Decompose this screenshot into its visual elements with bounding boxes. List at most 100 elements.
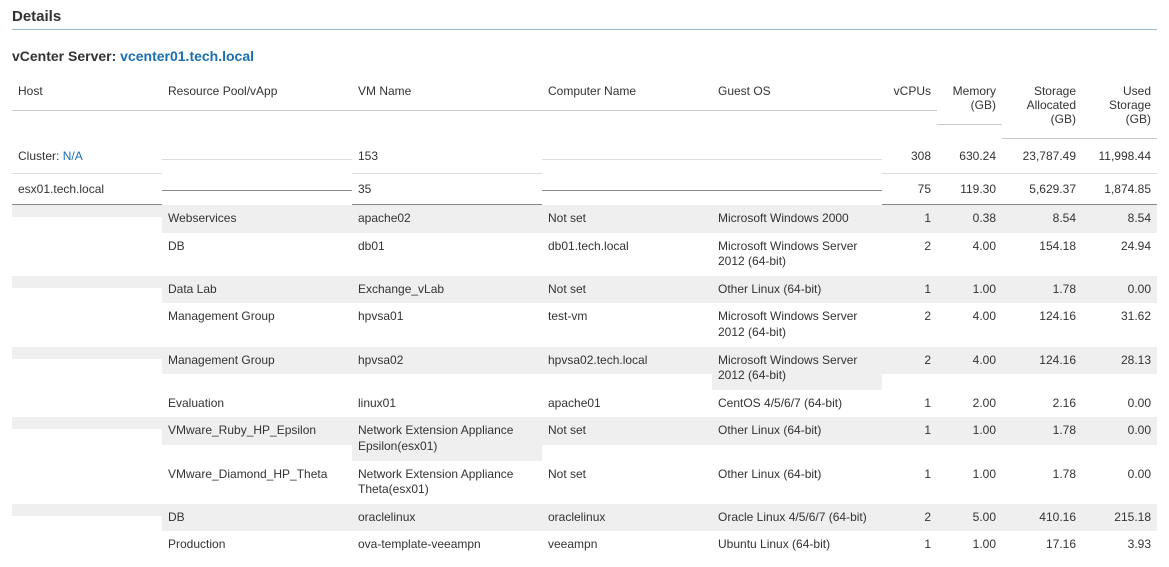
table-row-storage-allocated: 1.78 [1002,417,1082,445]
col-vm: VM Name [352,80,542,111]
table-row-computer: Not set [542,461,712,489]
table-row-pool: Production [162,531,352,559]
cluster-guest [712,139,882,160]
vcenter-link[interactable]: vcenter01.tech.local [120,48,254,64]
table-row-host [12,531,162,543]
host-vm-count: 35 [352,174,542,205]
table-row-storage-allocated: 17.16 [1002,531,1082,559]
col-host: Host [12,80,162,111]
col-used-storage: Used Storage (GB) [1082,80,1157,139]
table-row-pool: VMware_Ruby_HP_Epsilon [162,417,352,445]
table-row-memory: 0.38 [937,205,1002,233]
table-row-memory: 5.00 [937,504,1002,532]
table-row-vm: Network Extension Appliance Epsilon(esx0… [352,417,542,460]
col-computer: Computer Name [542,80,712,111]
table-row-memory: 4.00 [937,233,1002,261]
table-row-vcpus: 1 [882,205,937,233]
table-row-memory: 1.00 [937,276,1002,304]
table-row-storage-allocated: 8.54 [1002,205,1082,233]
table-row-vcpus: 1 [882,390,937,418]
vm-table: Host Resource Pool/vApp VM Name Computer… [12,80,1157,559]
table-row-vm: oraclelinux [352,504,542,532]
table-row-guest: Microsoft Windows Server 2012 (64-bit) [712,347,882,390]
table-row-host [12,233,162,245]
table-row-storage-allocated: 2.16 [1002,390,1082,418]
table-row-computer: db01.tech.local [542,233,712,261]
table-row-memory: 2.00 [937,390,1002,418]
table-row-storage-allocated: 154.18 [1002,233,1082,261]
table-row-computer: Not set [542,205,712,233]
table-row-host [12,276,162,288]
table-row-used-storage: 0.00 [1082,276,1157,304]
table-row-used-storage: 0.00 [1082,417,1157,445]
host-computer [542,174,712,191]
table-row-guest: Microsoft Windows 2000 [712,205,882,233]
cluster-cell: Cluster: N/A [12,139,162,174]
table-row-vcpus: 1 [882,276,937,304]
host-pool [162,174,352,191]
table-row-vm: db01 [352,233,542,261]
table-row-computer: veeampn [542,531,712,559]
table-row-vm: Network Extension Appliance Theta(esx01) [352,461,542,504]
table-row-used-storage: 3.93 [1082,531,1157,559]
table-row-host [12,303,162,315]
cluster-memory: 630.24 [937,139,1002,174]
table-row-vcpus: 2 [882,303,937,331]
host-memory: 119.30 [937,174,1002,205]
cluster-used-storage: 11,998.44 [1082,139,1157,174]
table-row-vm: hpvsa01 [352,303,542,331]
table-row-guest: CentOS 4/5/6/7 (64-bit) [712,390,882,418]
table-row-host [12,417,162,429]
table-row-computer: apache01 [542,390,712,418]
cluster-storage-allocated: 23,787.49 [1002,139,1082,174]
table-row-guest: Microsoft Windows Server 2012 (64-bit) [712,303,882,346]
table-row-guest: Other Linux (64-bit) [712,276,882,304]
table-row-used-storage: 0.00 [1082,390,1157,418]
table-row-used-storage: 8.54 [1082,205,1157,233]
table-row-guest: Oracle Linux 4/5/6/7 (64-bit) [712,504,882,532]
table-row-pool: Management Group [162,347,352,375]
table-row-vcpus: 2 [882,233,937,261]
table-row-computer: Not set [542,417,712,445]
table-row-vcpus: 1 [882,417,937,445]
vcenter-label: vCenter Server: [12,48,120,64]
table-row-host [12,461,162,473]
table-row-storage-allocated: 1.78 [1002,276,1082,304]
col-vcpus: vCPUs [882,80,937,111]
table-row-pool: Webservices [162,205,352,233]
table-row-memory: 4.00 [937,347,1002,375]
table-row-pool: Evaluation [162,390,352,418]
table-row-memory: 1.00 [937,531,1002,559]
table-row-vcpus: 1 [882,461,937,489]
cluster-label: Cluster: [18,149,63,163]
table-row-pool: Data Lab [162,276,352,304]
table-row-used-storage: 28.13 [1082,347,1157,375]
host-name: esx01.tech.local [12,174,162,205]
table-row-host [12,205,162,217]
col-storage-allocated: Storage Allocated (GB) [1002,80,1082,139]
table-row-used-storage: 31.62 [1082,303,1157,331]
table-row-pool: DB [162,504,352,532]
cluster-link[interactable]: N/A [63,149,83,163]
table-row-computer: Not set [542,276,712,304]
vcenter-server-line: vCenter Server: vcenter01.tech.local [12,48,1157,64]
table-row-vcpus: 1 [882,531,937,559]
table-row-storage-allocated: 1.78 [1002,461,1082,489]
table-row-guest: Other Linux (64-bit) [712,417,882,445]
col-pool: Resource Pool/vApp [162,80,352,111]
table-row-vm: apache02 [352,205,542,233]
table-row-memory: 1.00 [937,461,1002,489]
table-row-vcpus: 2 [882,347,937,375]
cluster-vcpus: 308 [882,139,937,174]
table-row-guest: Ubuntu Linux (64-bit) [712,531,882,559]
table-row-vm: ova-template-veeampn [352,531,542,559]
col-memory: Memory (GB) [937,80,1002,125]
table-row-vm: hpvsa02 [352,347,542,375]
table-row-storage-allocated: 124.16 [1002,347,1082,375]
table-row-vcpus: 2 [882,504,937,532]
host-storage-allocated: 5,629.37 [1002,174,1082,205]
table-row-host [12,347,162,359]
host-used-storage: 1,874.85 [1082,174,1157,205]
table-row-memory: 1.00 [937,417,1002,445]
table-row-computer: test-vm [542,303,712,331]
